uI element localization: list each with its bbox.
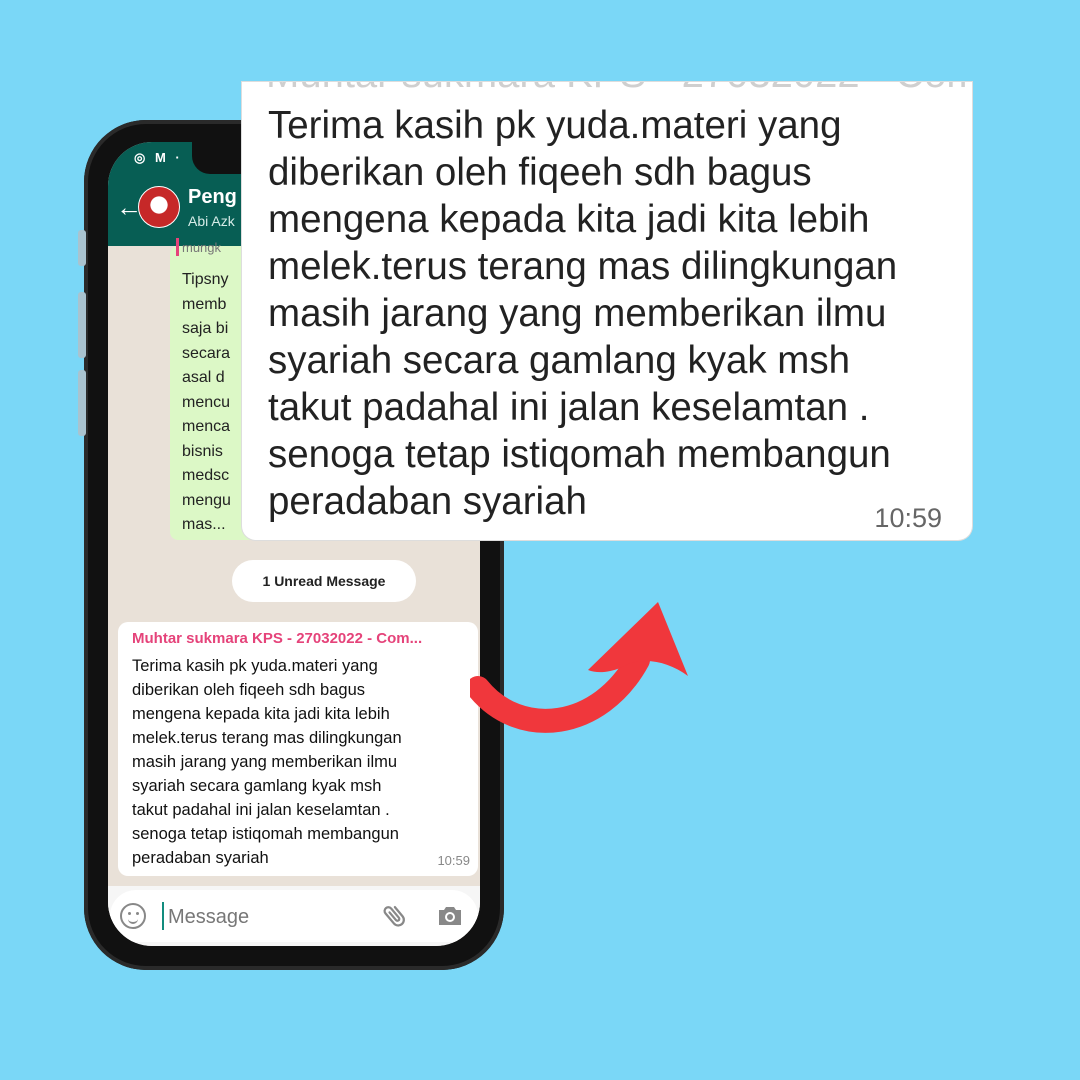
message-line: masih jarang yang memberikan ilmu — [132, 753, 398, 771]
sent-message-text: Tipsny memb saja bi secara asal d mencu … — [182, 268, 231, 538]
zoomed-line: diberikan oleh fiqeeh sdh bagus — [268, 151, 812, 194]
chat-title[interactable]: Peng — [188, 186, 237, 209]
zoomed-line: melek.terus terang mas dilingkungan — [268, 245, 898, 288]
phone-side-button — [78, 230, 86, 266]
message-input-container — [110, 890, 478, 942]
message-line: senoga tetap istiqomah membangun — [132, 825, 399, 843]
message-line: memb — [182, 295, 227, 313]
received-message-text: Terima kasih pk yuda.materi yang diberik… — [132, 654, 402, 870]
quote-bar — [176, 238, 179, 256]
text-caret — [162, 902, 164, 930]
zoomed-line: masih jarang yang memberikan ilmu — [268, 292, 887, 335]
message-line: secara — [182, 344, 231, 362]
message-line: mengena kepada kita jadi kita lebih — [132, 705, 390, 723]
camera-icon[interactable] — [436, 904, 464, 928]
message-timestamp: 10:59 — [437, 853, 470, 868]
message-line: syariah secara gamlang kyak msh — [132, 777, 382, 795]
message-line: Tipsny — [182, 271, 229, 288]
message-line: mengu — [182, 491, 231, 509]
paperclip-icon[interactable] — [380, 901, 410, 931]
zoomed-line: peradaban syariah — [268, 480, 587, 523]
message-line: mas... — [182, 516, 226, 533]
phone-volume-down — [78, 370, 86, 436]
emoji-icon[interactable] — [120, 903, 146, 929]
message-line: melek.terus terang mas dilingkungan — [132, 729, 402, 747]
message-line: medsc — [182, 467, 230, 484]
phone-volume-up — [78, 292, 86, 358]
received-message-bubble[interactable]: Muhtar sukmara KPS - 27032022 - Com... T… — [118, 622, 478, 876]
zoomed-line: Terima kasih pk yuda.materi yang — [268, 104, 842, 147]
message-line: diberikan oleh fiqeeh sdh bagus — [132, 681, 366, 699]
chat-subtitle: Abi Azk — [188, 213, 235, 229]
message-line: asal d — [182, 369, 225, 386]
zoomed-line: syariah secara gamlang kyak msh — [268, 339, 851, 382]
unread-badge: 1 Unread Message — [232, 560, 416, 602]
curved-arrow-icon — [470, 602, 688, 733]
message-line: peradaban syariah — [132, 849, 269, 867]
message-input-bar — [108, 886, 480, 946]
zoomed-line: mengena kepada kita jadi kita lebih — [268, 198, 870, 241]
sender-name[interactable]: Muhtar sukmara KPS - 27032022 - Com... — [132, 630, 468, 647]
group-avatar[interactable] — [138, 186, 180, 228]
quoted-snippet: mungk — [182, 240, 222, 255]
zoomed-line: senoga tetap istiqomah membangun — [268, 433, 891, 476]
message-line: Terima kasih pk yuda.materi yang — [132, 657, 378, 675]
status-icons: ◎ M · — [134, 150, 183, 165]
message-line: takut padahal ini jalan keselamtan . — [132, 801, 390, 819]
zoomed-timestamp: 10:59 — [874, 503, 942, 533]
message-line: menca — [182, 418, 231, 435]
message-line: bisnis — [182, 442, 223, 460]
zoomed-line: takut padahal ini jalan keselamtan . — [268, 386, 870, 429]
zoomed-message-text: Terima kasih pk yuda.materi yang diberik… — [268, 102, 897, 525]
message-line: saja bi — [182, 320, 229, 337]
message-line: mencu — [182, 393, 231, 411]
zoomed-sender-cut: Muhtar sukmara KPS - 27032022 - Com... — [266, 82, 972, 97]
message-input[interactable] — [166, 898, 370, 936]
zoomed-message-callout: Muhtar sukmara KPS - 27032022 - Com... T… — [242, 82, 972, 540]
